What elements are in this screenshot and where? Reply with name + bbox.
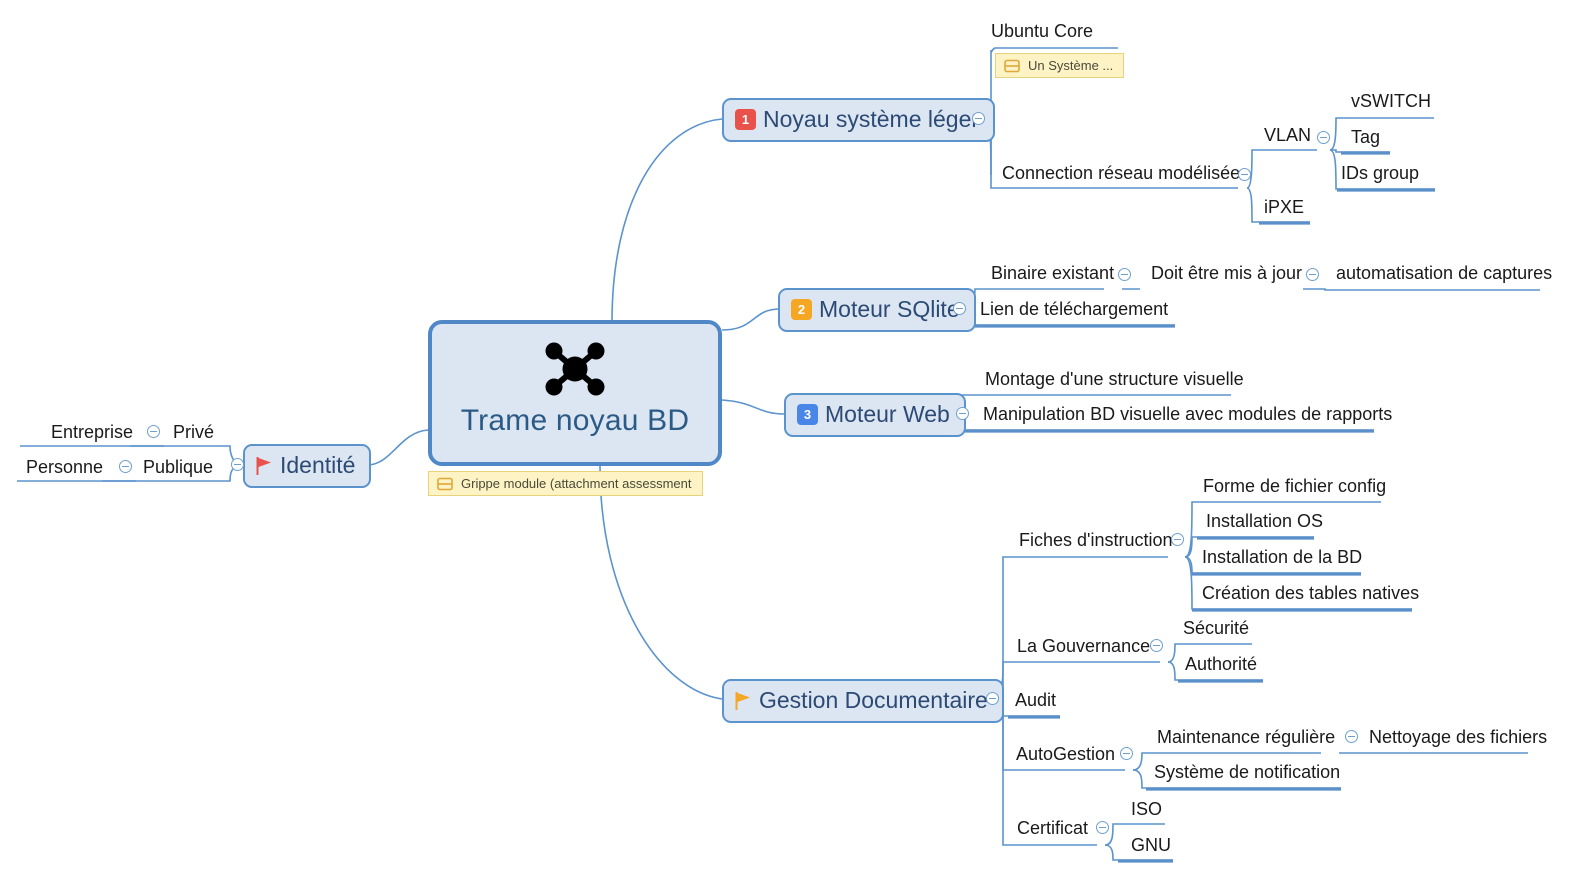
topic-lien-telechargement[interactable]: Lien de téléchargement — [977, 298, 1171, 322]
toggle-gestion[interactable] — [986, 692, 999, 705]
topic-audit[interactable]: Audit — [1012, 689, 1059, 713]
branch-label-sqlite: Moteur SQlite — [819, 296, 960, 322]
root-note-chip[interactable]: Grippe module (attachment assessment — [428, 471, 703, 496]
topic-iso[interactable]: ISO — [1128, 798, 1165, 822]
badge-3: 3 — [797, 404, 818, 425]
orange-flag-icon — [735, 691, 750, 710]
toggle-gouvernance[interactable] — [1150, 639, 1163, 652]
topic-certificat[interactable]: Certificat — [1014, 817, 1091, 841]
topic-creation-tables[interactable]: Création des tables natives — [1199, 582, 1422, 606]
root-label: Trame noyau BD — [460, 404, 690, 437]
topic-ipxe[interactable]: iPXE — [1261, 196, 1307, 220]
red-flag-icon — [256, 456, 271, 475]
ubuntu-note-text: Un Système ... — [1028, 58, 1114, 73]
branch-node-noyau[interactable]: 1 Noyau système léger — [722, 98, 996, 142]
branch-label-web: Moteur Web — [825, 401, 950, 427]
branch-node-identite[interactable]: Identité — [243, 444, 372, 488]
topic-securite[interactable]: Sécurité — [1180, 617, 1252, 641]
topic-entreprise[interactable]: Entreprise — [48, 421, 136, 445]
branch-label-gestion: Gestion Documentaire — [759, 687, 988, 713]
branch-label-noyau: Noyau système léger — [763, 106, 980, 132]
topic-nettoyage-fichiers[interactable]: Nettoyage des fichiers — [1366, 726, 1550, 750]
toggle-entreprise[interactable] — [147, 425, 160, 438]
mindmap-canvas: Trame noyau BD Grippe module (attachment… — [0, 0, 1569, 879]
toggle-autogestion[interactable] — [1120, 747, 1133, 760]
toggle-web[interactable] — [956, 407, 969, 420]
toggle-vlan[interactable] — [1317, 131, 1330, 144]
topic-doit-etre-mis-a-jour[interactable]: Doit être mis à jour — [1148, 262, 1305, 286]
topic-gnu[interactable]: GNU — [1128, 834, 1174, 858]
topic-systeme-notification[interactable]: Système de notification — [1151, 761, 1343, 785]
toggle-connection[interactable] — [1238, 168, 1251, 181]
topic-binaire-existant[interactable]: Binaire existant — [988, 262, 1117, 286]
toggle-doit-etre[interactable] — [1306, 268, 1319, 281]
ubuntu-note-chip[interactable]: Un Système ... — [995, 53, 1125, 78]
topic-tag[interactable]: Tag — [1348, 126, 1383, 150]
badge-1: 1 — [735, 109, 756, 130]
topic-fiches-instruction[interactable]: Fiches d'instruction — [1016, 529, 1176, 553]
topic-publique[interactable]: Publique — [140, 456, 216, 480]
toggle-sqlite[interactable] — [953, 302, 966, 315]
topic-ids-group[interactable]: IDs group — [1338, 162, 1422, 186]
topic-la-gouvernance[interactable]: La Gouvernance — [1014, 635, 1153, 659]
topic-automatisation-captures[interactable]: automatisation de captures — [1333, 262, 1555, 286]
toggle-fiches[interactable] — [1171, 533, 1184, 546]
topic-installation-bd[interactable]: Installation de la BD — [1199, 546, 1365, 570]
topic-montage-structure[interactable]: Montage d'une structure visuelle — [982, 368, 1247, 392]
topic-prive[interactable]: Privé — [170, 421, 217, 445]
branch-label-identite: Identité — [280, 452, 356, 478]
topic-maintenance-reguliere[interactable]: Maintenance régulière — [1154, 726, 1338, 750]
topic-personne[interactable]: Personne — [23, 456, 106, 480]
toggle-certificat[interactable] — [1096, 821, 1109, 834]
branch-node-web[interactable]: 3 Moteur Web — [784, 393, 966, 437]
network-hub-icon — [545, 342, 605, 396]
toggle-binaire[interactable] — [1118, 268, 1131, 281]
toggle-identite[interactable] — [231, 458, 244, 471]
branch-node-gestion[interactable]: Gestion Documentaire — [722, 679, 1004, 723]
root-node[interactable]: Trame noyau BD — [428, 320, 722, 466]
root-note-text: Grippe module (attachment assessment — [461, 476, 692, 491]
badge-2: 2 — [791, 299, 812, 320]
topic-autogestion[interactable]: AutoGestion — [1013, 743, 1118, 767]
note-icon — [1004, 59, 1020, 72]
topic-connection-reseau[interactable]: Connection réseau modélisée — [999, 162, 1243, 186]
toggle-maintenance[interactable] — [1345, 730, 1358, 743]
topic-manipulation-bd[interactable]: Manipulation BD visuelle avec modules de… — [980, 403, 1395, 427]
toggle-personne[interactable] — [119, 460, 132, 473]
topic-vlan[interactable]: VLAN — [1261, 124, 1314, 148]
topic-authorite[interactable]: Authorité — [1182, 653, 1260, 677]
topic-installation-os[interactable]: Installation OS — [1203, 510, 1326, 534]
note-icon — [437, 477, 453, 490]
topic-vswitch[interactable]: vSWITCH — [1348, 90, 1434, 114]
toggle-noyau[interactable] — [972, 112, 985, 125]
topic-ubuntu-core[interactable]: Ubuntu Core — [988, 20, 1096, 44]
topic-forme-fichier-config[interactable]: Forme de fichier config — [1200, 475, 1389, 499]
branch-node-sqlite[interactable]: 2 Moteur SQlite — [778, 288, 976, 332]
